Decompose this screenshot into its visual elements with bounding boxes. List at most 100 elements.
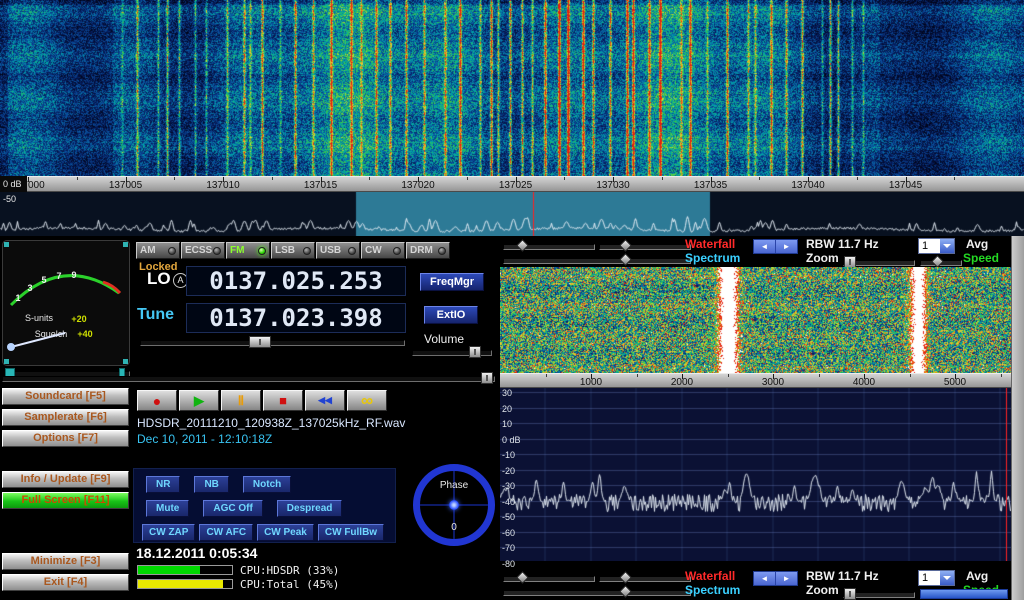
sidebar-button-exit[interactable]: Exit [F4] [2,574,129,591]
slider-handle[interactable] [516,239,529,252]
dsp-button-nr[interactable]: NR [146,476,180,493]
stop-button[interactable]: ■ [263,390,303,411]
main-waterfall-display[interactable] [0,0,1024,176]
scale-minor-tick [174,177,175,180]
shift-right-button[interactable]: ► [776,240,797,253]
main-spectrum-wrap[interactable]: -50 [0,192,1024,236]
svg-text:9: 9 [71,270,76,280]
phase-label: Phase [440,480,468,491]
dsp-button-cw-peak[interactable]: CW Peak [257,524,314,541]
avg-dropdown[interactable]: 1 [918,570,955,586]
speed-slider[interactable] [920,260,962,266]
mode-button-usb[interactable]: USB [316,242,360,259]
zoom-slider-handle[interactable] [844,588,856,600]
speed-slider-handle[interactable] [931,255,944,268]
tune-slider-handle[interactable] [249,336,271,348]
volume-slider-handle[interactable] [469,346,481,358]
cpu-label: CPU:HDSDR (33%) [240,564,339,577]
tune-frequency-display[interactable]: 0137.023.398 [186,303,406,333]
shift-right-button[interactable]: ► [776,572,797,585]
waterfall-upper-level-slider[interactable] [503,576,595,582]
sidebar-button-soundcard[interactable]: Soundcard [F5] [2,388,129,405]
mode-led-icon [438,247,446,255]
avg-label: Avg [966,237,988,251]
mode-button-ecss[interactable]: ECSS [181,242,225,259]
frequency-label: 3000 [762,377,784,388]
spectrum-label: Spectrum [685,583,740,597]
audio-waterfall-display[interactable] [500,267,1011,373]
s-meter[interactable]: 1 3 5 7 9 +20 +40 S-units Squelch [2,240,130,366]
slider-handle[interactable] [619,253,632,266]
tune-slider[interactable] [140,340,405,346]
mode-button-fm[interactable]: FM [226,242,270,259]
panel-splitter-handle[interactable] [481,372,493,384]
mode-button-lsb[interactable]: LSB [271,242,315,259]
dsp-button-cw-afc[interactable]: CW AFC [199,524,253,541]
audio-spectrum-wrap[interactable]: 3020100 dB-10-20-30-40-50-60-70-80 [500,388,1011,561]
zoom-slider[interactable] [843,592,915,598]
waterfall-lower-level-slider[interactable] [599,576,691,582]
dsp-button-despread[interactable]: Despread [277,500,343,517]
dsp-row: Mute AGC Off Despread [146,500,342,517]
dsp-button-nb[interactable]: NB [194,476,228,493]
pause-icon: Ⅱ [238,394,244,407]
avg-dropdown[interactable]: 1 [918,238,955,254]
loop-button[interactable]: ∞ [347,390,387,411]
spectrum-level-slider[interactable] [503,590,691,596]
freqmgr-button[interactable]: FreqMgr [420,273,484,291]
slider-handle[interactable] [619,571,632,584]
svg-text:5: 5 [41,275,46,285]
extio-button[interactable]: ExtIO [424,306,478,324]
sidebar-button-samplerate[interactable]: Samplerate [F6] [2,409,129,426]
scale-minor-tick [637,374,638,377]
sidebar-button-full-screen[interactable]: Full Screen [F11] [2,492,129,509]
dsp-button-cw-zap[interactable]: CW ZAP [142,524,195,541]
main-spectrum-display[interactable] [0,192,1024,236]
sidebar-button-info-update[interactable]: Info / Update [F9] [2,471,129,488]
shift-arrows: ◄ ► [753,239,798,254]
sidebar-button-options[interactable]: Options [F7] [2,430,129,447]
audio-frequency-scale[interactable]: 10002000300040005000 [500,373,1011,388]
spectrum-level-slider[interactable] [503,258,691,264]
waterfall-upper-level-slider[interactable] [503,244,595,250]
audio-spectrum-display[interactable] [500,388,1011,561]
scale-minor-tick [819,374,820,377]
zoom-slider[interactable] [843,260,915,266]
play-button[interactable]: ▶ [179,390,219,411]
main-frequency-scale[interactable]: 1370001370051370101370151370201370251370… [0,176,1024,192]
mode-button-cw[interactable]: CW [361,242,405,259]
dropdown-arrow-icon[interactable] [940,571,954,585]
lo-frequency-display[interactable]: 0137.025.253 [186,266,406,296]
mode-label: DRM [410,245,433,256]
dsp-button-agc-off[interactable]: AGC Off [203,500,262,517]
loop-icon: ∞ [361,392,373,409]
dsp-button-cw-fullbw[interactable]: CW FullBw [318,524,384,541]
shift-arrows: ◄ ► [753,571,798,586]
slider-handle[interactable] [516,571,529,584]
shift-left-button[interactable]: ◄ [754,240,776,253]
slider-handle[interactable] [619,585,632,598]
svg-text:+20: +20 [71,314,86,324]
rewind-button[interactable]: ◀◀ [305,390,345,411]
scale-minor-tick [954,177,955,180]
pause-button[interactable]: Ⅱ [221,390,261,411]
right-scrollbar[interactable] [1011,236,1024,600]
speed-slider[interactable] [920,589,1008,599]
db-label: 10 [502,419,512,429]
dsp-button-mute[interactable]: Mute [146,500,189,517]
sidebar-button-minimize[interactable]: Minimize [F3] [2,553,129,570]
db-label: -10 [502,450,515,460]
frequency-label: 2000 [671,377,693,388]
dropdown-arrow-icon[interactable] [940,239,954,253]
slider-handle[interactable] [619,239,632,252]
phase-indicator: Phase 0 [406,460,502,552]
record-button[interactable]: ● [137,390,177,411]
shift-left-button[interactable]: ◄ [754,572,776,585]
waterfall-lower-level-slider[interactable] [599,244,691,250]
dsp-button-notch[interactable]: Notch [243,476,291,493]
panel-splitter[interactable] [2,376,495,382]
volume-slider[interactable] [412,350,492,356]
mode-button-drm[interactable]: DRM [406,242,450,259]
mode-button-am[interactable]: AM [136,242,180,259]
zoom-label: Zoom [806,251,839,265]
